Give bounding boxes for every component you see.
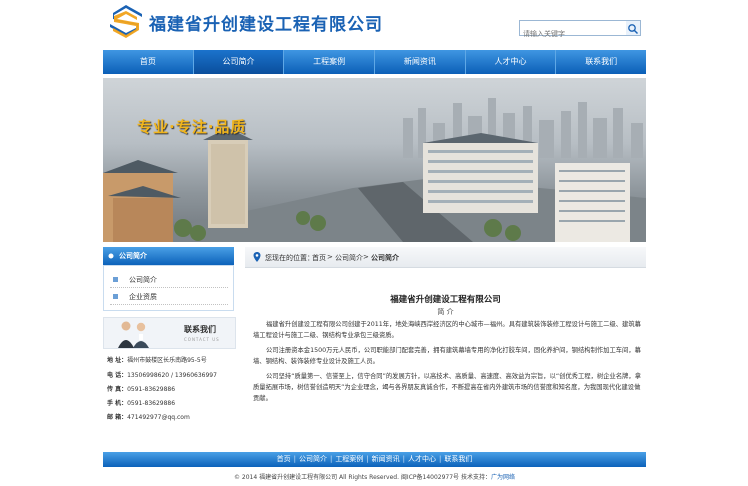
sidebar-item-label: 公司简介 — [129, 276, 157, 284]
sidebar-menu: 公司简介 企业资质 — [103, 265, 234, 311]
contact-value: 福州市鼓楼区长乐南路95-5号 — [127, 357, 207, 364]
nav-projects[interactable]: 工程案例 — [284, 50, 376, 74]
nav-news[interactable]: 新闻资讯 — [375, 50, 466, 74]
location-pin-icon — [253, 252, 261, 262]
contact-label: 传 真： — [107, 386, 128, 393]
footer-link-about[interactable]: 公司简介 — [296, 455, 330, 463]
breadcrumb-prefix: 您现在的位置： — [265, 254, 314, 262]
contact-title: 联系我们 — [184, 325, 216, 334]
sidebar-item-about[interactable]: 公司简介 — [110, 273, 228, 288]
contact-value: 13506998620 / 13960636997 — [127, 372, 217, 379]
search-icon — [628, 24, 639, 35]
page-wrapper: 福建省升创建设工程有限公司 首页 公司简介 工程案例 新闻资讯 人才中心 联系我… — [103, 0, 646, 486]
contact-mobile: 手 机：0591-83629886 — [107, 398, 175, 407]
contact-value: 0591-83629886 — [127, 400, 176, 407]
contact-address: 地 址：福州市鼓楼区长乐南路95-5号 — [107, 355, 207, 364]
breadcrumb-current: 公司简介 — [371, 254, 399, 262]
contact-value: 0591-83629886 — [127, 386, 176, 393]
nav-home[interactable]: 首页 — [103, 50, 194, 74]
sidebar-item-qualifications[interactable]: 企业资质 — [110, 290, 228, 305]
contact-fax: 传 真：0591-83629886 — [107, 384, 175, 393]
article-paragraph: 福建省升创建设工程有限公司创建于2011年，地处海峡西岸经济区的中心城市—福州。… — [253, 321, 641, 339]
breadcrumb-separator: > — [327, 253, 333, 261]
article-title: 福建省升创建设工程有限公司 — [390, 295, 501, 305]
banner-cityscape — [103, 98, 646, 242]
article-subtitle: 简 介 — [437, 308, 454, 316]
sidebar-heading: 公司简介 — [103, 247, 234, 265]
nav-about[interactable]: 公司简介 — [193, 50, 285, 74]
article-paragraph: 公司注册资本金1500万元人民币，公司职能部门配套完善，拥有建筑幕墙专用的净化打… — [253, 347, 641, 365]
banner-slogan: 专业·专注·品质 — [137, 118, 247, 136]
company-name: 福建省升创建设工程有限公司 — [149, 15, 383, 35]
contact-subtitle: CONTACT US — [184, 337, 220, 342]
nav-careers[interactable]: 人才中心 — [466, 50, 557, 74]
footer-link-home[interactable]: 首页 — [274, 455, 294, 463]
footer-link-news[interactable]: 新闻资讯 — [369, 455, 403, 463]
square-bullet-icon — [113, 277, 118, 282]
contact-phone: 电 话：13506998620 / 13960636997 — [107, 370, 217, 379]
contact-label: 手 机： — [107, 400, 128, 407]
footer-link-careers[interactable]: 人才中心 — [405, 455, 439, 463]
banner: 专业·专注·品质 — [103, 78, 646, 242]
contact-label: 邮 箱： — [107, 414, 128, 421]
square-bullet-icon — [113, 294, 118, 299]
footer-nav: 首页 | 公司简介 | 工程案例 | 新闻资讯 | 人才中心 | 联系我们 — [103, 452, 646, 467]
contact-card: 联系我们 CONTACT US — [103, 317, 236, 349]
breadcrumb: 您现在的位置： 首页 > 公司简介 > 公司简介 — [245, 247, 646, 268]
contact-label: 电 话： — [107, 372, 128, 379]
contact-label: 地 址： — [107, 357, 128, 364]
sidebar-item-label: 企业资质 — [129, 293, 157, 301]
breadcrumb-parent[interactable]: 公司简介 — [335, 253, 363, 263]
contact-value[interactable]: 471492977@qq.com — [127, 414, 190, 421]
nav-contact[interactable]: 联系我们 — [556, 50, 646, 74]
bullet-icon — [108, 253, 114, 259]
search-box — [519, 20, 641, 41]
article-paragraph: 公司坚持“质量第一、信誉至上，信守合同”的发展方针，以高技术、高质量、高速度、高… — [253, 373, 642, 402]
footer-link-projects[interactable]: 工程案例 — [332, 455, 366, 463]
search-input[interactable] — [520, 27, 626, 41]
main-nav: 首页 公司简介 工程案例 新闻资讯 人才中心 联系我们 — [103, 50, 646, 74]
footer-link-contact[interactable]: 联系我们 — [441, 455, 475, 463]
tech-support-link[interactable]: 广为网络 — [491, 474, 515, 481]
copyright: © 2014 福建省升创建设工程有限公司 All Rights Reserved… — [103, 472, 646, 481]
sidebar-heading-label: 公司简介 — [119, 252, 147, 260]
contact-email: 邮 箱：471492977@qq.com — [107, 412, 190, 421]
company-logo[interactable] — [107, 3, 145, 41]
search-button[interactable] — [626, 21, 640, 35]
copyright-text: © 2014 福建省升创建设工程有限公司 All Rights Reserved… — [234, 474, 491, 481]
breadcrumb-separator: > — [363, 253, 369, 261]
breadcrumb-home[interactable]: 首页 — [312, 253, 326, 263]
contact-people-icon — [118, 321, 149, 348]
